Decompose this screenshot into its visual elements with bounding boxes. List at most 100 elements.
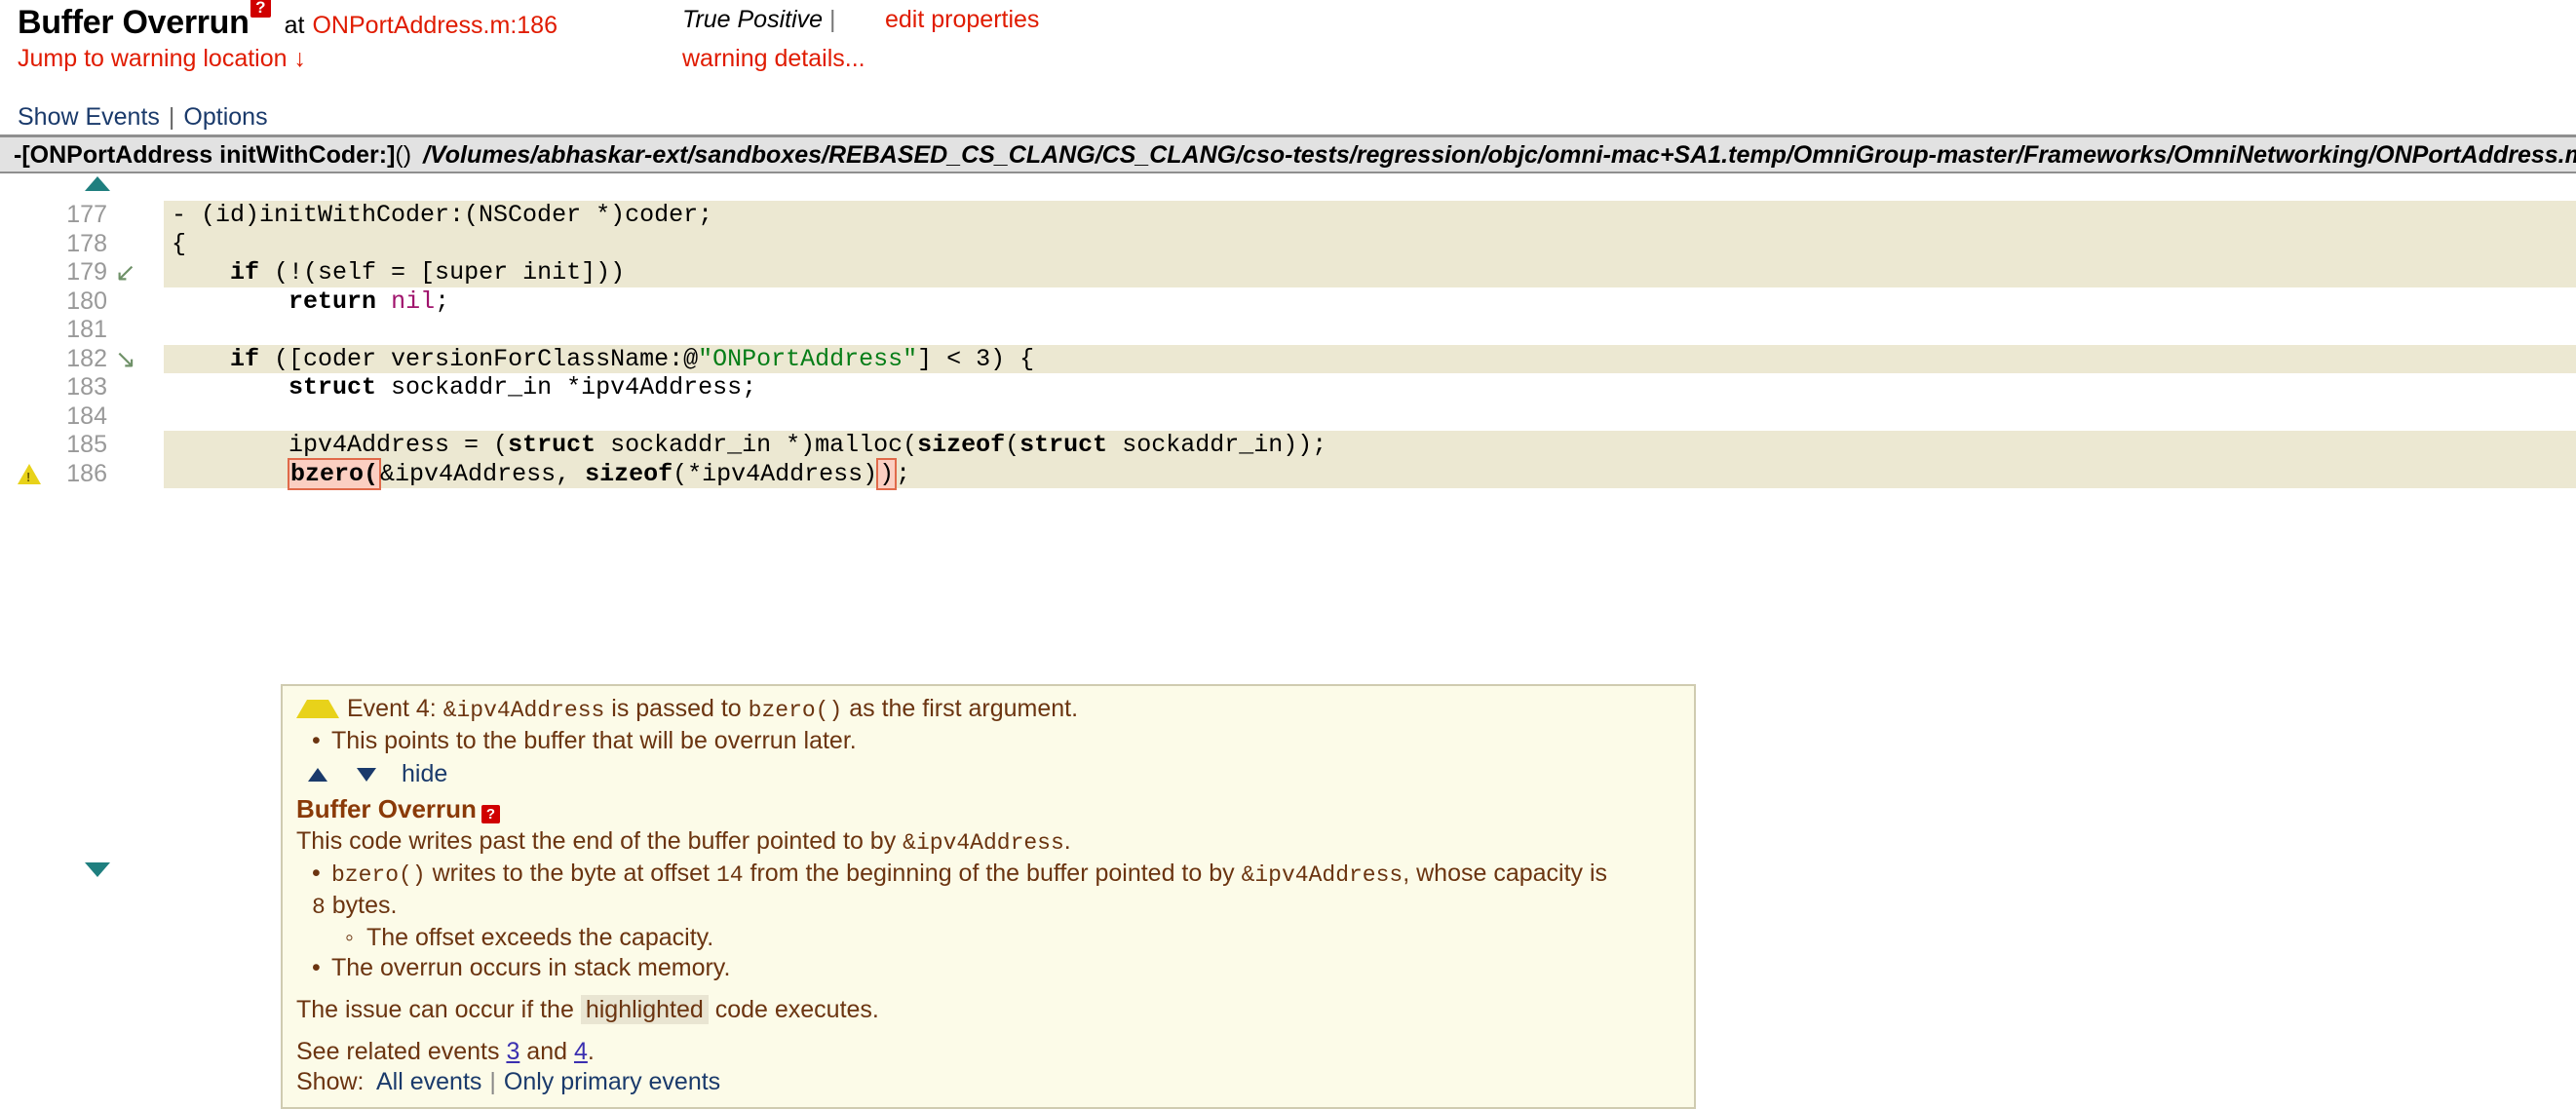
event-show-line: Show: All events | Only primary events [283, 1067, 1694, 1097]
related-text-a: See related events [296, 1038, 500, 1065]
code-line-180[interactable]: 180 return nil; [0, 287, 2576, 317]
code-span: ] < 3) { [917, 344, 1035, 373]
related-event-link-4[interactable]: 4 [574, 1038, 588, 1065]
event-detail-bullet-1: bzero() writes to the byte at offset 14 … [283, 859, 1694, 891]
code-line-181[interactable]: 181 [0, 316, 2576, 345]
detail-line-1-a: This code writes past the end of the buf… [296, 827, 897, 855]
event-detail-panel: Event 4: &ipv4Address is passed to bzero… [281, 684, 1696, 1109]
detail-sub-bullet-text: The offset exceeds the capacity. [366, 924, 714, 951]
code-line-184[interactable]: 184 [0, 402, 2576, 432]
toolbar-separator: | [168, 103, 175, 131]
next-event-icon[interactable] [357, 767, 376, 782]
code-span: sockaddr_in *)malloc( [596, 431, 918, 459]
flag-col-186 [107, 460, 164, 489]
code-line-list: 177 - (id)initWithCoder:(NSCoder *)coder… [0, 201, 2576, 490]
event-nav-row: hide [283, 758, 1694, 790]
warning-location-link[interactable]: ONPortAddress.m:186 [312, 12, 557, 40]
show-events-link[interactable]: Show Events [18, 103, 160, 131]
line-number: 181 [66, 316, 107, 343]
issue-text-b: code executes. [714, 996, 879, 1023]
related-event-link-3[interactable]: 3 [506, 1038, 519, 1065]
code-keyword: sizeof [585, 459, 673, 488]
show-label: Show: [296, 1068, 365, 1095]
code-line-177[interactable]: 177 - (id)initWithCoder:(NSCoder *)coder… [0, 201, 2576, 230]
code-string: "ONPortAddress" [698, 344, 918, 373]
code-line-183[interactable]: 183 struct sockaddr_in *ipv4Address; [0, 373, 2576, 402]
code-span [172, 345, 230, 373]
options-link[interactable]: Options [183, 103, 267, 131]
code-literal: nil [391, 287, 436, 316]
code-span: &ipv4Address, [380, 459, 586, 488]
code-line-179[interactable]: 179 ↙ if (!(self = [super init])) [0, 258, 2576, 287]
event-detail-bullet-1-cont: 8 bytes. [283, 891, 1694, 923]
event-number-label: Event 4: [347, 695, 437, 722]
flag-col-184 [107, 402, 164, 432]
code-text-181 [164, 316, 2576, 345]
detail-bullet-c: , whose capacity is [1403, 860, 1608, 887]
detail-bullet-b: from the beginning of the buffer pointed… [750, 860, 1235, 887]
code-span: ([coder versionForClassName:@ [259, 344, 699, 373]
issue-highlight-word: highlighted [580, 995, 709, 1024]
hide-event-link[interactable]: hide [402, 758, 447, 790]
show-primary-events-link[interactable]: Only primary events [504, 1068, 720, 1095]
code-span: ; [896, 459, 911, 488]
code-span [172, 460, 288, 488]
gutter-186 [0, 460, 47, 489]
branch-down-left-icon[interactable]: ↙ [115, 260, 136, 286]
detail-bullet-var: &ipv4Address [1241, 862, 1403, 888]
code-line-182[interactable]: 182 ↘ if ([coder versionForClassName:@"O… [0, 344, 2576, 374]
edit-properties-link[interactable]: edit properties [885, 6, 1039, 34]
flag-col-185 [107, 431, 164, 460]
detail-help-badge-icon[interactable]: ? [481, 805, 500, 823]
code-line-186[interactable]: 186 bzero(&ipv4Address, sizeof(*ipv4Addr… [0, 457, 2576, 490]
line-number: 178 [66, 229, 107, 257]
highlighted-close-paren-token[interactable]: ) [876, 457, 898, 490]
detail-bullet-a: writes to the byte at offset [432, 860, 710, 887]
issue-text-a: The issue can occur if the [296, 996, 574, 1023]
code-text-179: if (!(self = [super init])) [164, 258, 2576, 287]
gutter-181 [0, 316, 47, 345]
code-text-178: { [164, 229, 2576, 258]
flag-col-180 [107, 287, 164, 317]
detail-bullet-offset: 14 [715, 862, 744, 888]
file-path-label: /Volumes/abhaskar-ext/sandboxes/REBASED_… [423, 141, 2576, 169]
branch-down-right-icon[interactable]: ↘ [115, 347, 136, 372]
verdict-label: True Positive [682, 6, 824, 33]
show-all-events-link[interactable]: All events [376, 1068, 481, 1095]
warning-details-link[interactable]: warning details... [682, 45, 865, 73]
code-line-178[interactable]: 178 { [0, 229, 2576, 259]
line-number: 183 [66, 373, 107, 401]
code-text-177: - (id)initWithCoder:(NSCoder *)coder; [164, 201, 2576, 230]
flag-col-183 [107, 373, 164, 402]
event-related-line: See related events 3 and 4. [283, 1037, 1694, 1067]
highlighted-call-token[interactable]: bzero( [288, 457, 382, 490]
event-bullet-1: This points to the buffer that will be o… [283, 726, 1694, 756]
code-line-185[interactable]: 185 ipv4Address = (struct sockaddr_in *)… [0, 431, 2576, 460]
event-detail-bullet-2: The overrun occurs in stack memory. [283, 953, 1694, 983]
prev-event-icon[interactable] [308, 767, 327, 782]
detail-bullet-d: bytes. [331, 892, 398, 919]
code-text-186: bzero(&ipv4Address, sizeof(*ipv4Address)… [164, 457, 2576, 490]
page-title: Buffer Overrun? [18, 0, 271, 42]
scroll-up-icon[interactable] [85, 176, 110, 191]
code-span: (*ipv4Address) [673, 459, 878, 488]
related-text-b: . [587, 1038, 595, 1065]
gutter-182 [0, 345, 47, 374]
help-badge-icon[interactable]: ? [250, 0, 271, 18]
detail-line-1-var: &ipv4Address [903, 830, 1064, 856]
line-number: 184 [66, 402, 107, 430]
event-function: bzero() [748, 698, 843, 723]
gutter-177 [0, 201, 47, 230]
event-headline: Event 4: &ipv4Address is passed to bzero… [283, 694, 1694, 726]
scroll-down-icon[interactable] [85, 862, 110, 877]
event-detail-title: Buffer Overrun? [283, 790, 1694, 826]
code-span: sockaddr_in)); [1107, 431, 1327, 459]
line-number: 180 [66, 287, 107, 315]
event-text-mid: is passed to [611, 695, 742, 722]
jump-to-warning-link[interactable]: Jump to warning location ↓ [18, 45, 306, 73]
event-variable: &ipv4Address [442, 698, 605, 723]
function-parens: () [395, 141, 412, 169]
warning-triangle-icon[interactable] [18, 463, 41, 484]
line-number: 186 [66, 459, 107, 487]
gutter-178 [0, 230, 47, 259]
